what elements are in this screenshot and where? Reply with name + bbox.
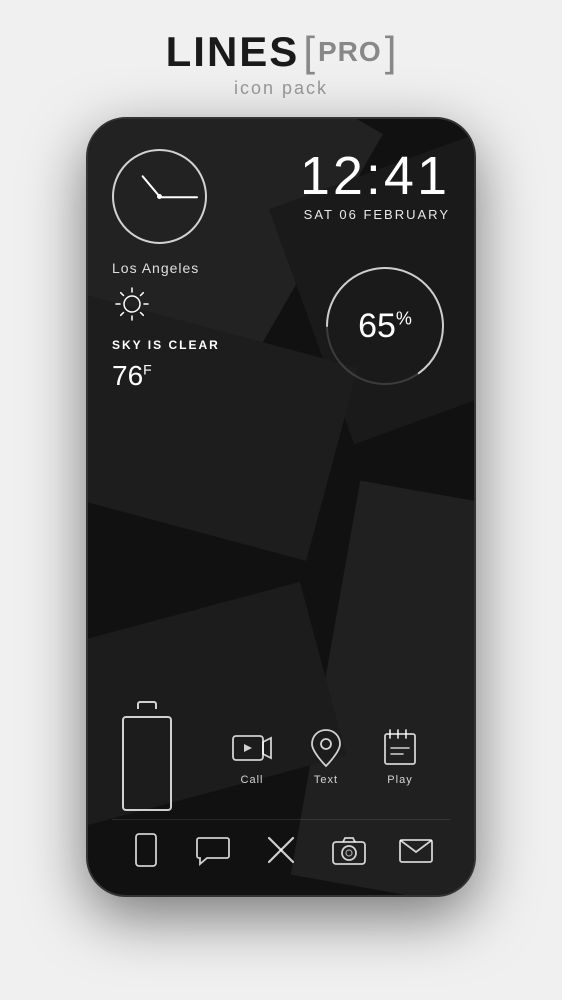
call-label: Call xyxy=(241,774,264,786)
sky-status: SKY IS CLEAR xyxy=(112,338,220,352)
sun-icon xyxy=(112,284,220,330)
app-title-container: LINES [ PRO ] xyxy=(166,28,397,76)
battery-tip xyxy=(137,701,157,709)
minute-hand xyxy=(160,196,198,198)
app-subtitle: icon pack xyxy=(234,78,328,99)
play-label: Play xyxy=(387,774,412,786)
battery-body xyxy=(122,716,172,811)
time-display: 12:41 xyxy=(300,149,450,203)
battery-icon xyxy=(112,701,182,811)
dock-chat-icon[interactable] xyxy=(193,830,233,870)
date-display: SAT 06 FEBRUARY xyxy=(300,207,450,222)
phone-content: 12:41 SAT 06 FEBRUARY Los Angeles xyxy=(88,119,474,895)
title-lines: LINES xyxy=(166,28,300,76)
top-row: 12:41 SAT 06 FEBRUARY xyxy=(112,149,450,244)
icons-area: Call Text xyxy=(112,701,450,875)
dock-row xyxy=(112,819,450,875)
battery-gauge: 65% xyxy=(320,261,450,391)
phone-mockup: 12:41 SAT 06 FEBRUARY Los Angeles xyxy=(86,117,476,897)
weather-info: Los Angeles SKY IS CLEAR xyxy=(112,260,220,392)
app-header: LINES [ PRO ] icon pack xyxy=(0,0,562,117)
notepad-icon xyxy=(378,726,422,770)
temperature: 76F xyxy=(112,360,220,392)
quick-row: Call Text xyxy=(112,701,450,811)
digital-time: 12:41 SAT 06 FEBRUARY xyxy=(300,149,450,222)
text-label: Text xyxy=(314,774,338,786)
quick-icon-row: Call Text xyxy=(230,726,422,786)
video-icon xyxy=(230,726,274,770)
gauge-percentage: 65% xyxy=(358,307,412,346)
title-pro-section: [ PRO ] xyxy=(303,28,396,76)
dock-close-icon[interactable] xyxy=(261,830,301,870)
clock-center xyxy=(157,194,162,199)
quick-icon-play[interactable]: Play xyxy=(378,726,422,786)
bracket-close: ] xyxy=(385,28,397,76)
location-icon xyxy=(304,726,348,770)
dock-mail-icon[interactable] xyxy=(396,830,436,870)
dock-camera-icon[interactable] xyxy=(329,830,369,870)
analog-clock xyxy=(112,149,207,244)
city-name: Los Angeles xyxy=(112,260,220,276)
quick-icons-container: Call Text xyxy=(202,726,450,786)
title-pro: PRO xyxy=(315,36,385,68)
quick-icon-call[interactable]: Call xyxy=(230,726,274,786)
quick-icon-text[interactable]: Text xyxy=(304,726,348,786)
dock-phone-icon[interactable] xyxy=(126,830,166,870)
bracket-open: [ xyxy=(303,28,315,76)
weather-row: Los Angeles SKY IS CLEAR xyxy=(112,260,450,392)
